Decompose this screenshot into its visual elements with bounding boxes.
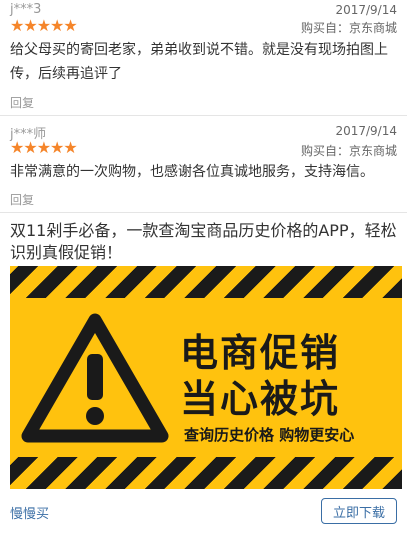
review-content: 给父母买的寄回老家，弟弟收到说不错。就是没有现场拍图上传，后续再追评了 [10,42,388,82]
download-button[interactable]: 立即下载 [321,498,397,524]
banner-title-line2: 当心被坑 [180,377,341,421]
ad-banner[interactable]: 电商促销 当心被坑 查询历史价格 购物更安心 [10,266,402,489]
star-rating: ★★★★★ [10,16,78,35]
reply-link[interactable]: 回复 [10,94,34,111]
hazard-stripes-top [10,266,402,298]
review-source: 购买自：京东商城 [300,144,397,158]
warning-icon [21,313,169,443]
divider [0,212,407,213]
banner-subtitle: 查询历史价格 购物更安心 [184,426,355,444]
ad-source-link[interactable]: 慢慢买 [10,503,49,522]
review-source: 购买自：京东商城 [300,21,397,35]
review-date: 2017/9/14 [335,3,397,17]
divider [0,115,407,116]
star-rating: ★★★★★ [10,138,78,157]
hazard-stripes-bottom [10,457,402,489]
review-content: 非常满意的一次购物，也感谢各位真诚地服务，支持海信。 [10,164,374,180]
ad-headline[interactable]: 双11剁手必备，一款查淘宝商品历史价格的APP，轻松识别真假促销！ [10,220,400,264]
review-date: 2017/9/14 [335,124,397,138]
review-username: j***3 [10,2,42,17]
reply-link[interactable]: 回复 [10,191,34,208]
